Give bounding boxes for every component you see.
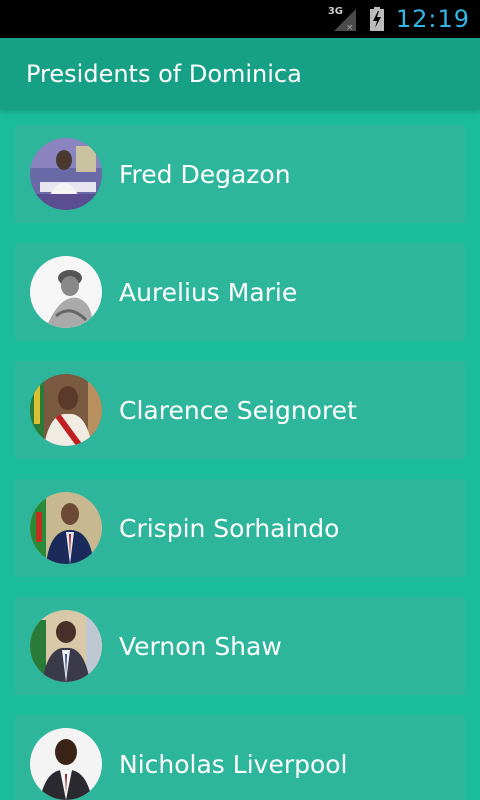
avatar [30, 492, 102, 564]
president-name: Nicholas Liverpool [119, 749, 348, 779]
avatar [30, 728, 102, 800]
avatar [30, 256, 102, 328]
president-name: Clarence Seignoret [119, 395, 357, 425]
status-bar: 3G × 12:19 [0, 0, 480, 38]
avatar [30, 138, 102, 210]
president-name: Vernon Shaw [119, 631, 282, 661]
list-item[interactable]: Aurelius Marie [15, 243, 465, 341]
signal-icon: 3G × [328, 6, 360, 31]
avatar [30, 610, 102, 682]
president-list[interactable]: Fred Degazon Aurelius Marie Clarence Sei… [15, 125, 465, 800]
list-item[interactable]: Nicholas Liverpool [15, 715, 465, 800]
president-name: Fred Degazon [119, 159, 291, 189]
svg-text:×: × [346, 23, 354, 31]
avatar [30, 374, 102, 446]
list-item[interactable]: Clarence Seignoret [15, 361, 465, 459]
list-item[interactable]: Crispin Sorhaindo [15, 479, 465, 577]
list-item[interactable]: Fred Degazon [15, 125, 465, 223]
battery-charging-icon [369, 7, 384, 31]
president-name: Aurelius Marie [119, 277, 298, 307]
status-clock: 12:19 [395, 5, 470, 33]
president-name: Crispin Sorhaindo [119, 513, 340, 543]
list-item[interactable]: Vernon Shaw [15, 597, 465, 695]
page-title: Presidents of Dominica [26, 60, 302, 88]
app-bar: Presidents of Dominica [0, 38, 480, 110]
